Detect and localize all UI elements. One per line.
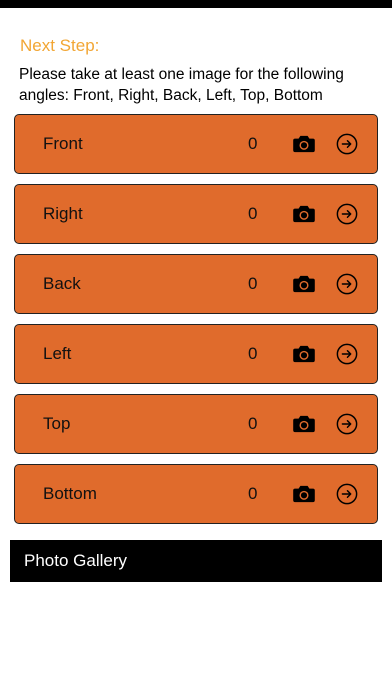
- image-count: 0: [248, 344, 258, 363]
- image-count: 0: [248, 274, 258, 293]
- photo-gallery-button[interactable]: Photo Gallery: [10, 540, 382, 582]
- arrow-right-circle-icon[interactable]: [336, 343, 358, 365]
- camera-icon[interactable]: [293, 345, 315, 363]
- image-count: 0: [248, 134, 258, 153]
- arrow-right-circle-icon[interactable]: [336, 273, 358, 295]
- angle-row-back[interactable]: Back 0: [14, 254, 378, 314]
- instructions-text: Please take at least one image for the f…: [19, 66, 344, 104]
- angle-label: Top: [43, 414, 71, 433]
- angle-label: Right: [43, 204, 83, 223]
- photo-gallery-label: Photo Gallery: [24, 551, 127, 570]
- angle-row-left[interactable]: Left 0: [14, 324, 378, 384]
- camera-icon[interactable]: [293, 415, 315, 433]
- arrow-right-circle-icon[interactable]: [336, 133, 358, 155]
- image-count: 0: [248, 414, 258, 433]
- next-step-title: Next Step:: [20, 36, 100, 55]
- angle-label: Bottom: [43, 484, 97, 503]
- status-bar: [0, 0, 392, 8]
- angle-label: Left: [43, 344, 72, 363]
- image-count: 0: [248, 484, 258, 503]
- arrow-right-circle-icon[interactable]: [336, 413, 358, 435]
- angle-row-bottom[interactable]: Bottom 0: [14, 464, 378, 524]
- camera-icon[interactable]: [293, 135, 315, 153]
- arrow-right-circle-icon[interactable]: [336, 203, 358, 225]
- angle-row-top[interactable]: Top 0: [14, 394, 378, 454]
- angle-label: Back: [43, 274, 81, 293]
- camera-icon[interactable]: [293, 275, 315, 293]
- image-count: 0: [248, 204, 258, 223]
- angle-list: Front 0 Right 0 Back 0 Left 0 Top 0 Bott…: [14, 114, 378, 534]
- arrow-right-circle-icon[interactable]: [336, 483, 358, 505]
- angle-row-front[interactable]: Front 0: [14, 114, 378, 174]
- angle-row-right[interactable]: Right 0: [14, 184, 378, 244]
- angle-label: Front: [43, 134, 83, 153]
- camera-icon[interactable]: [293, 485, 315, 503]
- camera-icon[interactable]: [293, 205, 315, 223]
